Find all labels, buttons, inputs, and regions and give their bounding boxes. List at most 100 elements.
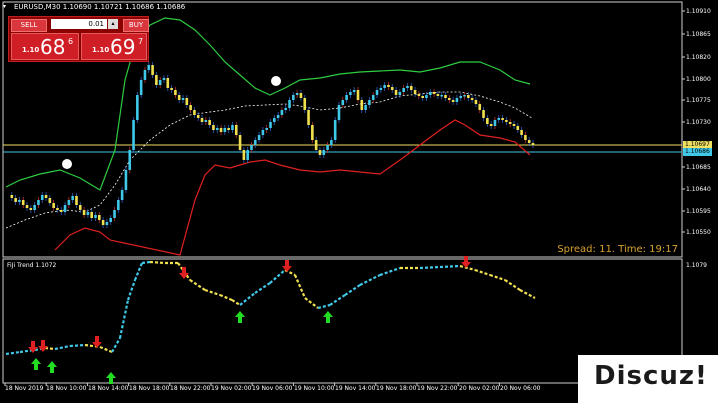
bear-candle: [56, 208, 59, 210]
buy-arrow-icon: [47, 361, 57, 373]
buy-price-fraction: 7: [138, 37, 144, 46]
one-click-trading-panel: SELL ▾ 0.01 ▴ BUY 1.10 68 6 1.10 69 7: [8, 16, 149, 62]
bull-candle: [33, 205, 36, 210]
bear-candle: [155, 75, 158, 85]
bear-candle: [14, 198, 17, 202]
price-axis-label: 1.10820: [686, 54, 711, 61]
price-axis-label: 1.10910: [686, 8, 711, 15]
trend-down-segment: [519, 289, 536, 299]
indicator-title: FiJi Trend 1.1072: [7, 262, 57, 269]
trend-down-segment: [304, 297, 319, 309]
trend-up-segment: [359, 274, 381, 286]
bull-candle: [246, 150, 249, 160]
bull-candle: [71, 196, 74, 200]
time-axis-label: 19 Nov 10:00: [294, 385, 335, 392]
trend-down-segment: [44, 346, 56, 351]
bear-candle: [48, 198, 52, 203]
bull-candle: [402, 88, 405, 92]
bull-candle: [109, 218, 113, 222]
bull-candle: [269, 122, 272, 128]
bear-candle: [212, 125, 215, 130]
bear-candle: [208, 120, 211, 125]
bull-candle: [493, 120, 497, 126]
bear-candle: [82, 210, 86, 215]
time-axis-label: 18 Nov 18:00: [129, 385, 170, 392]
bear-candle: [360, 100, 364, 110]
bear-candle: [508, 122, 512, 124]
trend-up-segment: [141, 260, 151, 265]
bear-candle: [501, 118, 504, 120]
sell-arrow-icon: [38, 340, 48, 352]
bear-candle: [512, 124, 516, 126]
bull-candle: [86, 212, 90, 215]
bear-candle: [409, 86, 413, 90]
bear-candle: [482, 110, 485, 118]
bear-candle: [185, 98, 189, 105]
bull-candle: [67, 200, 71, 205]
trend-down-segment: [504, 279, 521, 291]
time-axis-label: 19 Nov 02:00: [211, 385, 252, 392]
bull-candle: [231, 125, 234, 130]
bull-candle: [132, 120, 135, 150]
bear-candle: [234, 125, 238, 135]
buy-arrow-icon: [235, 311, 245, 323]
bid-price-tag: 1.10686: [683, 148, 712, 156]
trend-up-segment: [69, 343, 86, 348]
trend-down-segment: [219, 293, 233, 302]
collapse-icon[interactable]: ▾: [3, 4, 10, 10]
bear-candle: [467, 95, 470, 98]
bear-candle: [356, 90, 360, 100]
middle-band-line: [5, 91, 533, 229]
trend-up-segment: [439, 264, 461, 269]
bear-candle: [189, 105, 192, 110]
buy-price-button[interactable]: 1.10 69 7: [81, 33, 147, 60]
bear-candle: [59, 210, 63, 212]
bull-candle: [371, 95, 375, 100]
bull-candle: [337, 105, 341, 120]
trend-up-segment: [54, 344, 71, 351]
buy-arrow-icon: [323, 311, 333, 323]
bear-candle: [444, 95, 447, 98]
bear-candle: [90, 212, 93, 218]
bear-candle: [174, 90, 177, 95]
trend-up-segment: [5, 350, 21, 356]
buy-price-prefix: 1.10: [92, 46, 110, 54]
sell-button[interactable]: SELL: [11, 19, 47, 32]
bull-candle: [37, 200, 40, 205]
bull-candle: [345, 95, 348, 100]
lot-increase-icon[interactable]: ▴: [108, 19, 118, 29]
bull-candle: [162, 78, 166, 80]
bull-candle: [113, 210, 116, 218]
chart-window[interactable]: ▾ EURUSD,M30 1.10690 1.10721 1.10686 1.1…: [0, 0, 718, 403]
trend-up-segment: [111, 337, 121, 353]
bear-candle: [151, 65, 154, 75]
buy-arrow-icon: [31, 358, 41, 370]
bull-candle: [40, 195, 44, 200]
bear-candle: [387, 85, 390, 87]
time-axis-label: 20 Nov 02:00: [459, 385, 500, 392]
bull-candle: [139, 80, 143, 95]
indicator-axis-label: 1.1079: [686, 262, 707, 269]
trend-up-segment: [269, 269, 286, 284]
bear-candle: [390, 87, 394, 90]
bull-candle: [120, 190, 124, 200]
sell-price-fraction: 6: [68, 37, 74, 46]
lot-size-input[interactable]: 0.01: [51, 19, 107, 29]
trend-up-segment: [126, 279, 137, 301]
bull-candle: [459, 96, 463, 98]
buy-button[interactable]: BUY: [123, 19, 149, 32]
bull-candle: [94, 215, 97, 218]
sell-price-button[interactable]: 1.10 68 6: [11, 33, 79, 60]
buy-price-pips: 69: [110, 35, 136, 59]
bull-candle: [105, 222, 109, 225]
bull-candle: [136, 95, 139, 120]
bear-candle: [299, 93, 303, 98]
bull-candle: [158, 80, 162, 85]
bear-candle: [470, 98, 474, 100]
trend-down-segment: [99, 345, 113, 354]
sell-price-prefix: 1.10: [22, 46, 40, 54]
bull-candle: [428, 92, 432, 95]
trend-down-segment: [204, 288, 221, 297]
bull-candle: [215, 128, 219, 130]
time-axis-label: 18 Nov 10:00: [46, 385, 87, 392]
